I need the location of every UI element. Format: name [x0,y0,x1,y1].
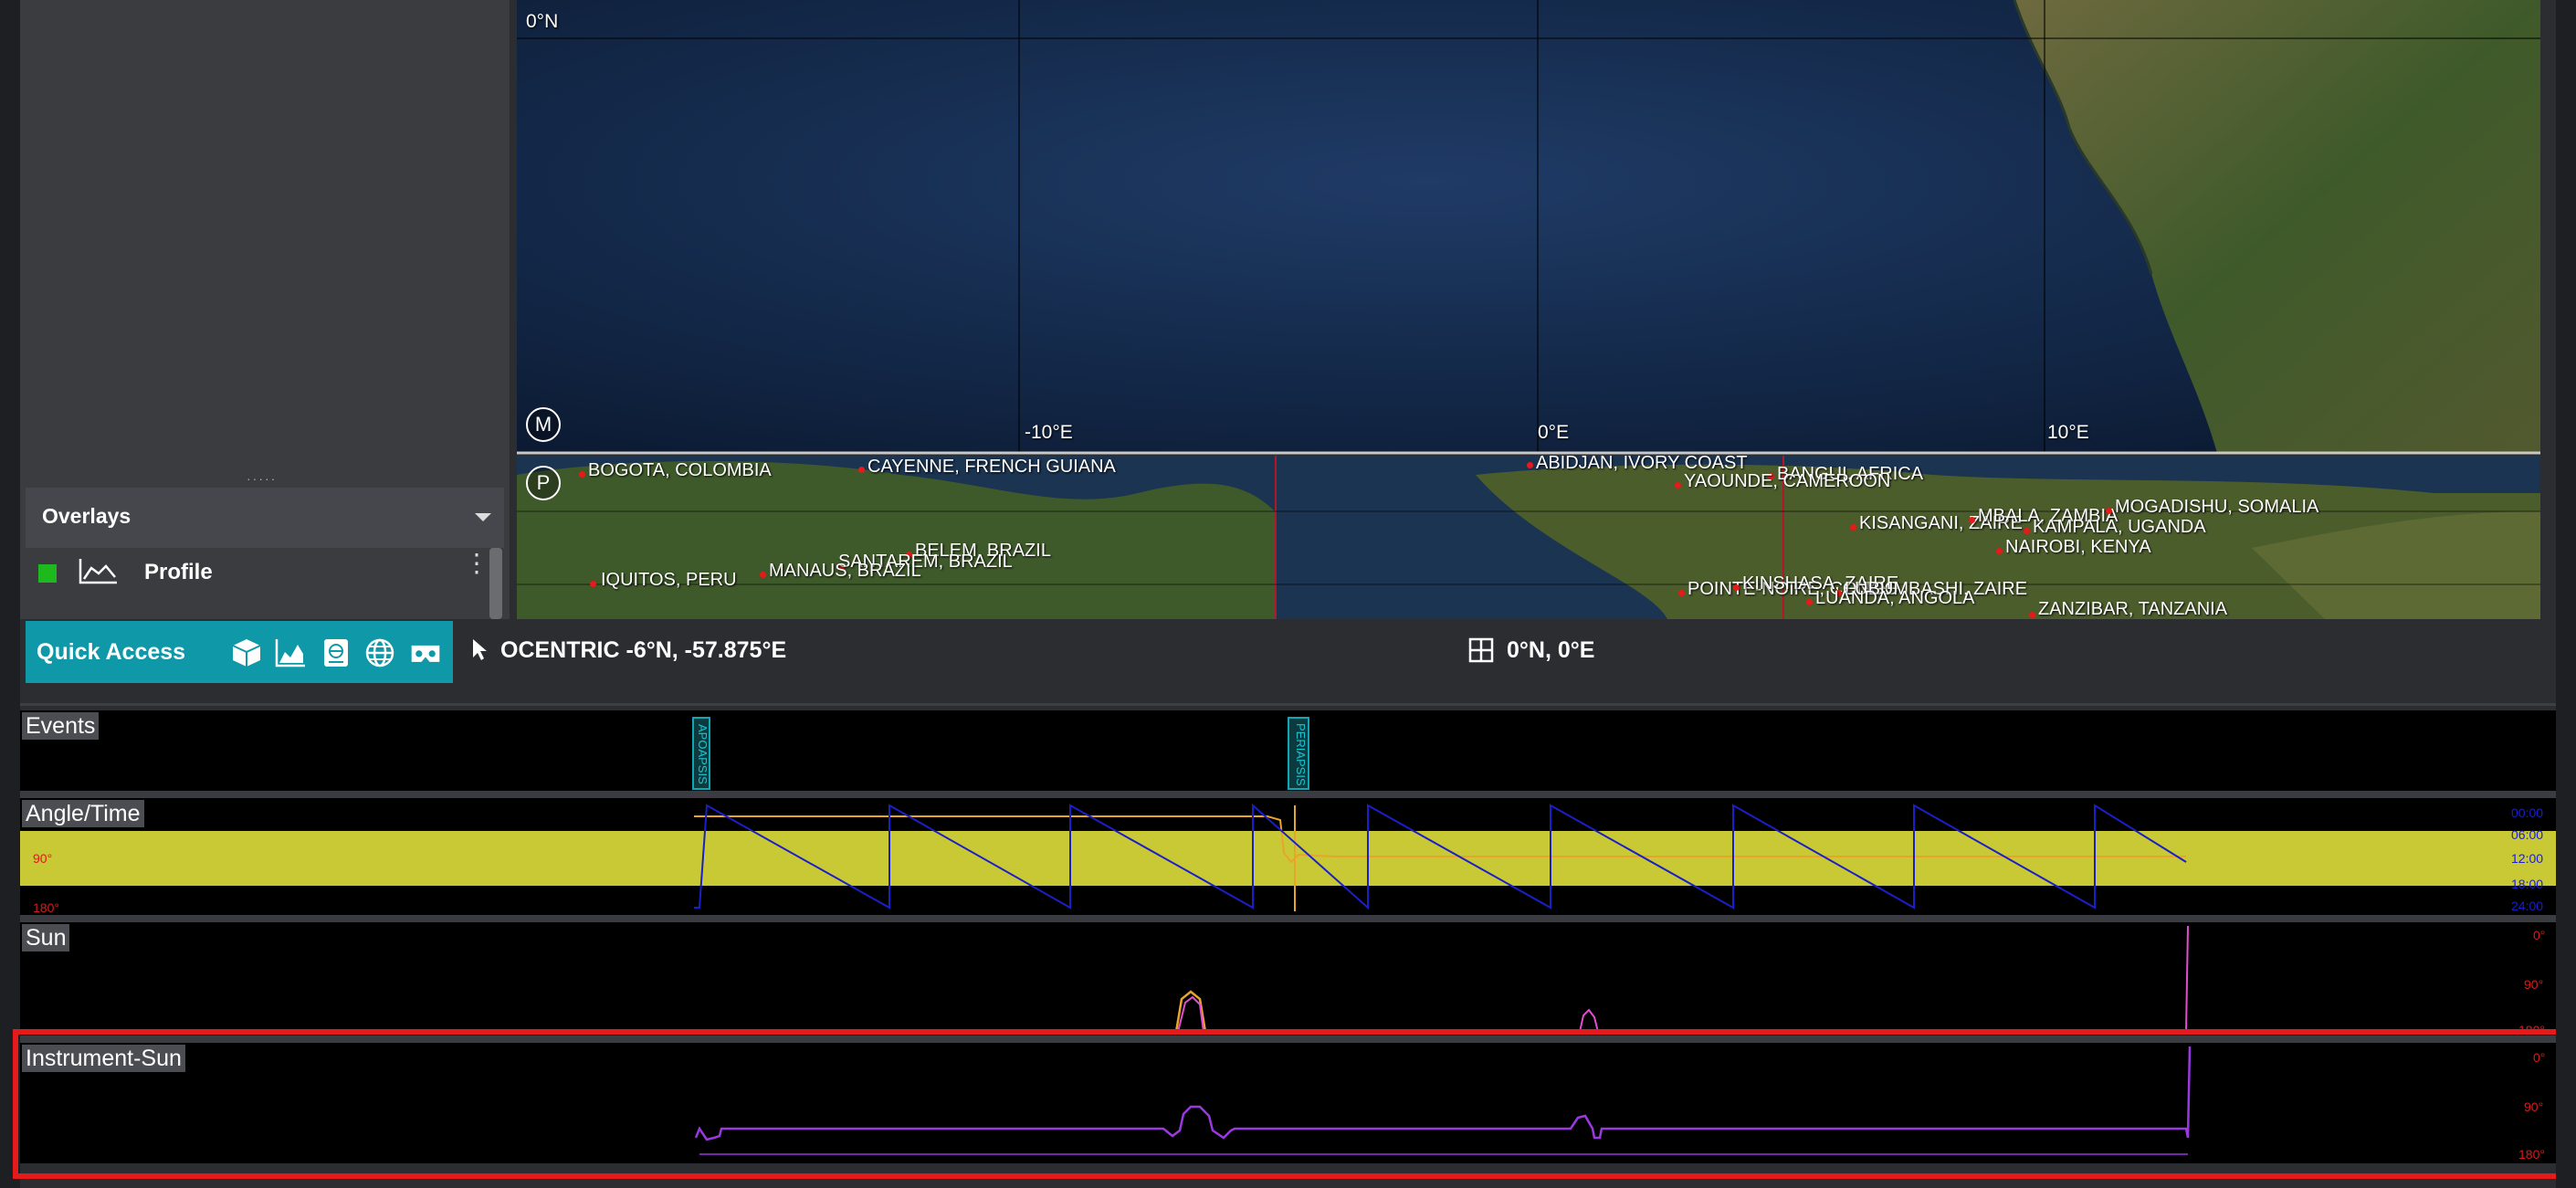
city-label: MANAUS, BRAZIL [769,561,921,581]
city-label: BOGOTA, COLOMBIA [588,460,772,480]
angle-time-panel[interactable]: Angle/Time 90° 180° 00:00 06:00 12:00 18… [20,798,2556,915]
city-label: IQUITOS, PERU [601,570,737,590]
city-label: YAOUNDE, CAMEROON [1684,471,1891,491]
longitude-label: 0°E [1538,422,1570,443]
time-tick-label: 24:00 [2511,899,2544,913]
y-tick-label: 90° [33,851,53,866]
city-marker[interactable] [2024,528,2030,534]
cursor-pointer-icon [473,639,487,660]
timeline-divider[interactable] [20,703,2556,706]
selection-highlight [13,1029,2563,1179]
profile-label: Profile [144,560,213,584]
event-marker[interactable]: APOAPSIS [693,720,710,789]
map-imagery [517,0,2540,619]
map-center-readout: 0°N, 0°E [1507,637,1595,663]
city-label: KAMPALA, UGANDA [2033,517,2206,537]
city-marker[interactable] [1969,517,1975,523]
map-mode-m-button[interactable]: M [526,407,561,442]
profile-chart-icon [79,559,117,584]
city-label: NAIROBI, KENYA [2005,537,2151,557]
panel-title: Sun [22,924,70,951]
panel-separator[interactable] [20,915,2556,922]
city-label: CAYENNE, FRENCH GUIANA [867,457,1116,477]
y-tick-label: 180° [33,900,59,915]
cursor-coordinate-readout: OCENTRIC -6°N, -57.875°E [500,637,787,663]
city-marker[interactable] [858,467,865,473]
magenta-series-line [2185,925,2189,1033]
city-label: MOGADISHU, SOMALIA [2115,497,2319,517]
sun-panel[interactable]: Sun 0° 90° 180° [20,922,2556,1036]
city-marker[interactable] [1806,599,1813,605]
panel-title: Events [22,712,100,740]
cube-icon[interactable] [230,637,263,668]
city-marker[interactable] [1527,462,1533,468]
city-marker[interactable] [1733,584,1740,591]
profile-color-swatch[interactable] [38,564,57,583]
overlay-item-profile[interactable]: Profile ⋮ [26,551,491,594]
map-view[interactable]: 0°N -10°E 0°E 10°E M P BOGOTA, COLOMBIA … [517,0,2540,619]
city-marker[interactable] [579,471,585,478]
city-marker[interactable] [590,581,596,587]
area-chart-icon[interactable] [274,637,307,668]
layers-panel: ····· Overlays Profile ⋮ [20,0,510,619]
longitude-label: -10°E [1025,422,1073,443]
overlays-title: Overlays [42,504,131,528]
resize-handle[interactable]: ····· [247,472,283,485]
time-tick-label: 06:00 [2511,827,2544,842]
quick-access-bar: Quick Access [26,621,453,683]
city-marker[interactable] [1678,590,1685,596]
panel-title: Angle/Time [22,800,144,827]
status-toolbar: Quick Access OCENTRIC -6°N, -57.875°E 0°… [20,619,2556,683]
globe-book-icon[interactable] [320,637,352,668]
city-marker[interactable] [2106,508,2112,514]
city-marker[interactable] [760,572,766,578]
city-marker[interactable] [1675,482,1681,489]
events-panel[interactable]: Events APOAPSIS PERIAPSIS [20,710,2556,791]
longitude-label: 10°E [2047,422,2089,443]
right-edge-strip [2556,0,2576,1188]
more-vertical-icon[interactable]: ⋮ [464,551,489,576]
city-label: ZANZIBAR, TANZANIA [2038,599,2228,619]
city-label: LUANDA, ANGOLA [1815,588,1975,608]
time-tick-label: 12:00 [2511,851,2544,866]
city-marker[interactable] [2029,612,2035,618]
latitude-label: 0°N [526,11,559,32]
event-marker[interactable]: PERIAPSIS [1289,720,1308,789]
chevron-down-icon[interactable] [475,513,491,521]
left-edge-strip [0,0,20,1188]
map-mode-p-button[interactable]: P [526,466,561,500]
y-tick-label: 90° [2524,977,2544,992]
vr-headset-icon[interactable] [409,637,442,668]
time-tick-label: 00:00 [2511,805,2544,820]
sidebar-splitter[interactable] [510,0,517,619]
quick-access-label: Quick Access [37,639,186,665]
grid-icon [1468,637,1494,663]
city-marker[interactable] [1850,524,1856,531]
time-tick-label: 18:00 [2511,877,2544,891]
panel-scrollbar[interactable] [489,548,502,619]
sun-plot [20,925,2556,1035]
angle-time-plot [20,803,2556,911]
panel-separator[interactable] [20,791,2556,798]
globe-icon[interactable] [363,637,396,668]
overlays-header[interactable]: Overlays [26,488,504,548]
y-tick-label: 0° [2533,928,2546,942]
city-marker[interactable] [1996,548,2003,554]
